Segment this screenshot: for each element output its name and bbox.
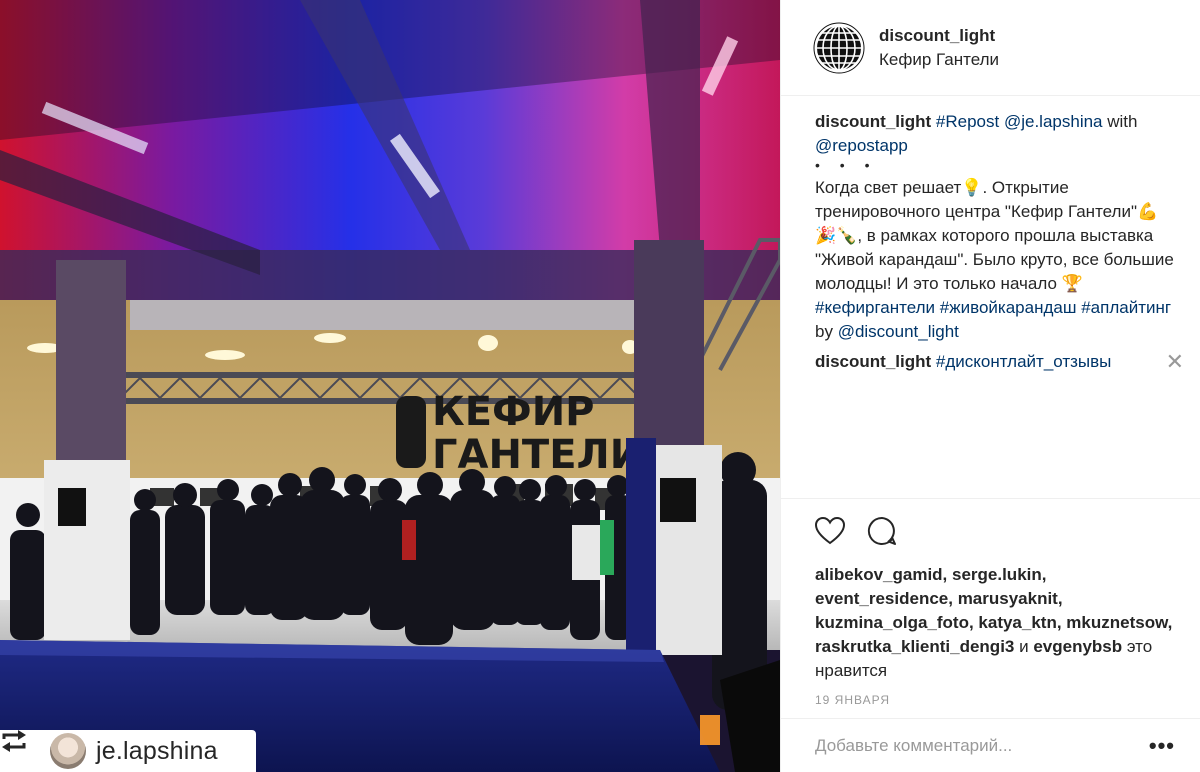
sign-line-2: ГАНТЕЛИ xyxy=(432,432,643,478)
repost-tag[interactable]: je.lapshina xyxy=(0,730,256,772)
caption-text: Когда свет решает💡. Открытие тренировочн… xyxy=(815,178,1174,293)
comment-first: discount_light #Repost @je.lapshina with… xyxy=(815,110,1176,344)
heart-icon[interactable] xyxy=(815,517,845,545)
comment-icon[interactable] xyxy=(867,516,897,546)
caption-by: by xyxy=(815,322,838,341)
post-date[interactable]: 19 ЯНВАРЯ xyxy=(781,683,1200,707)
more-options-icon[interactable]: ••• xyxy=(1149,733,1175,759)
comment-second: discount_light #дисконтлайт_отзывы ✕ xyxy=(815,350,1184,374)
comment-text: with xyxy=(1102,112,1138,131)
repost-icon xyxy=(2,730,40,767)
mention-link[interactable]: @je.lapshina xyxy=(1004,112,1103,131)
hashtag-link[interactable]: #дисконтлайт_отзывы xyxy=(936,352,1112,371)
comment-input[interactable] xyxy=(815,735,1115,756)
header-username[interactable]: discount_light xyxy=(879,26,999,46)
sign-line-1: КЕФИР xyxy=(432,389,594,435)
hashtag-link[interactable]: #Repost xyxy=(936,112,999,131)
comment-box: ••• xyxy=(781,718,1200,772)
globe-icon[interactable] xyxy=(813,22,865,74)
close-icon[interactable]: ✕ xyxy=(1166,350,1184,374)
mention-link[interactable]: @repostapp xyxy=(815,136,908,155)
mention-link[interactable]: @discount_light xyxy=(838,322,959,341)
likes-user-last[interactable]: evgenybsb xyxy=(1033,637,1122,656)
likes-text: alibekov_gamid, serge.lukin, event_resid… xyxy=(781,549,1200,683)
header-location[interactable]: Кефир Гантели xyxy=(879,50,999,70)
post-photo[interactable]: КЕФИР ГАНТЕЛИ je.lapshina xyxy=(0,0,780,772)
comments-list: discount_light #Repost @je.lapshina with… xyxy=(781,96,1200,374)
hashtag-link[interactable]: #кефиргантели xyxy=(815,298,935,317)
dots-separator: • • • xyxy=(815,157,878,173)
actions-section: alibekov_gamid, serge.lukin, event_resid… xyxy=(781,498,1200,707)
gym-photo-illustration: КЕФИР ГАНТЕЛИ xyxy=(0,0,780,772)
action-icons xyxy=(781,499,1200,549)
hashtag-link[interactable]: #живойкарандаш xyxy=(940,298,1077,317)
repost-username[interactable]: je.lapshina xyxy=(96,737,218,766)
hashtag-link[interactable]: #аплайтинг xyxy=(1081,298,1171,317)
repost-avatar xyxy=(50,733,86,769)
comment-author[interactable]: discount_light xyxy=(815,352,931,371)
caption: Когда свет решает💡. Открытие тренировочн… xyxy=(815,176,1176,344)
comment-author[interactable]: discount_light xyxy=(815,112,931,131)
post-header: discount_light Кефир Гантели xyxy=(781,0,1200,96)
post-side-panel: discount_light Кефир Гантели discount_li… xyxy=(780,0,1200,772)
instagram-post: КЕФИР ГАНТЕЛИ je.lapshina discount_light… xyxy=(0,0,1200,772)
likes-and: и xyxy=(1014,637,1034,656)
